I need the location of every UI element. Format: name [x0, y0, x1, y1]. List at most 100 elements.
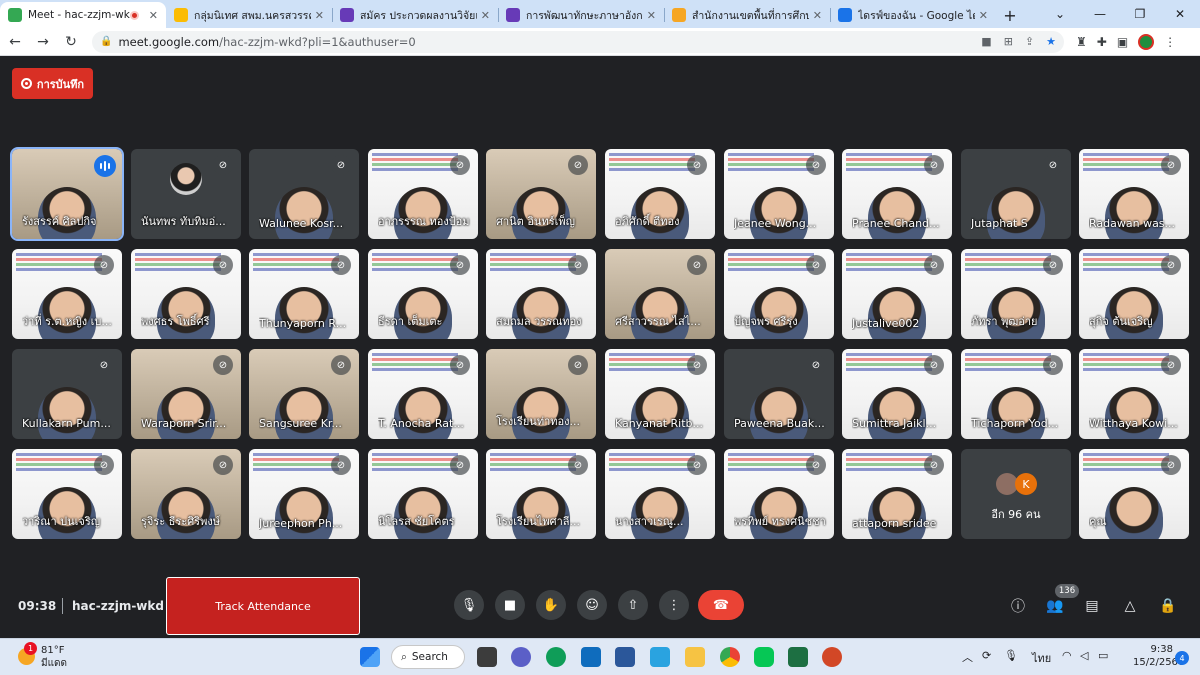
share-icon[interactable]: ⇪ — [1025, 35, 1034, 48]
participant-tile[interactable]: ⊘ Witthaya Kowi... — [1079, 349, 1189, 439]
browser-tab[interactable]: ไดรฟ์ของฉัน - Google ไดรฟ์ ✕ — [830, 2, 996, 28]
participant-tile[interactable]: ⊘ ศานิต อินทร์เพ็ญ — [486, 149, 596, 239]
activities-icon[interactable]: △ — [1120, 596, 1140, 616]
tab-close-icon[interactable]: ✕ — [315, 9, 324, 22]
forward-button[interactable]: → — [30, 29, 56, 55]
participant-tile[interactable]: ⊘ อาภรรรณ ทองป้อม — [368, 149, 478, 239]
participant-tile[interactable]: ⊘ ปัญจพร ศรีรุ่ง — [724, 249, 834, 339]
restore-button[interactable]: ❐ — [1120, 0, 1160, 28]
menu-dots-icon[interactable]: ⋮ — [1164, 35, 1176, 49]
people-icon[interactable]: 👥 — [1045, 596, 1065, 616]
participant-tile[interactable]: ⊘ attaporn sridee — [842, 449, 952, 539]
participant-tile[interactable]: ⊘ โรงเรียนไพศาลี... — [486, 449, 596, 539]
participant-tile[interactable]: ⊘ Waraporn Srir... — [131, 349, 241, 439]
extensions-puzzle-icon[interactable]: ✚ — [1097, 35, 1107, 49]
tab-search-icon[interactable]: ⌄ — [1040, 0, 1080, 28]
participant-tile[interactable]: ⊘ Jureephon Ph... — [249, 449, 359, 539]
tab-close-icon[interactable]: ✕ — [647, 9, 656, 22]
more-options-button[interactable]: ⋮ — [659, 590, 689, 620]
translate-icon[interactable]: ⊞ — [1004, 35, 1013, 48]
participant-tile[interactable]: ⊘ Justalive002 — [842, 249, 952, 339]
close-window-button[interactable]: ✕ — [1160, 0, 1200, 28]
tab-close-icon[interactable]: ✕ — [149, 9, 158, 22]
chat-app-icon[interactable] — [511, 647, 531, 667]
participant-tile[interactable]: ⊘ วาริณา ปนเจริญ — [12, 449, 122, 539]
host-controls-icon[interactable]: 🔒 — [1158, 596, 1178, 616]
participant-tile[interactable]: ⊘ Sangsuree Kr... — [249, 349, 359, 439]
start-icon[interactable] — [360, 647, 380, 667]
browser-tab[interactable]: กลุ่มนิเทศ สพม.นครสวรรค์ ✕ — [166, 2, 332, 28]
edge-icon[interactable] — [546, 647, 566, 667]
weather-widget[interactable]: 1 — [16, 642, 40, 668]
browser-tab[interactable]: สมัคร ประกวดผลงานวิจัยและนวัตกรรม ✕ — [332, 2, 498, 28]
participant-tile[interactable]: ⊘ ภัทรา พุฒอ่าย — [961, 249, 1071, 339]
leave-call-button[interactable]: ☎ — [698, 590, 744, 620]
chat-icon[interactable]: ▤ — [1082, 596, 1102, 616]
back-button[interactable]: ← — [2, 29, 28, 55]
powerpoint-icon[interactable] — [822, 647, 842, 667]
tab-close-icon[interactable]: ✕ — [979, 9, 988, 22]
participant-tile[interactable]: ⊘ อภิศักดิ์ ตีทอง — [605, 149, 715, 239]
address-bar[interactable]: 🔒 meet.google.com/hac-zzjm-wkd?pli=1&aut… — [92, 30, 1064, 53]
browser-tab[interactable]: Meet - hac-zzjm-wkd ✕ — [0, 2, 166, 28]
participant-tile[interactable]: ⊘ Jutaphat S — [961, 149, 1071, 239]
chrome-icon[interactable] — [720, 647, 740, 667]
profile-avatar[interactable] — [1138, 33, 1155, 50]
participant-tile[interactable]: ⊘ Thunyaporn R... — [249, 249, 359, 339]
reload-button[interactable]: ↻ — [58, 29, 84, 55]
participant-tile[interactable]: ⊘ T. Anocha Rat... — [368, 349, 478, 439]
input-language[interactable]: ไทย — [1032, 649, 1051, 667]
participant-tile[interactable]: ⊘ Walunee Kosr... — [249, 149, 359, 239]
participant-tile[interactable]: ⊘ รุจิระ ธีระศิริพงษ์ — [131, 449, 241, 539]
participant-tile[interactable]: ⊘ คุณ — [1079, 449, 1189, 539]
task-view-icon[interactable] — [477, 647, 497, 667]
mic-tray-icon[interactable]: 🎙 — [1004, 649, 1018, 662]
wifi-icon[interactable]: ◠ — [1062, 649, 1072, 662]
excel-icon[interactable] — [788, 647, 808, 667]
participant-tile[interactable]: ⊘ โรงเรียนท่าทอง... — [486, 349, 596, 439]
participant-tile[interactable]: ⊘ นางสาวเรณู... — [605, 449, 715, 539]
line-l-icon[interactable] — [650, 647, 670, 667]
system-clock[interactable]: 9:38 15/2/2566 — [1133, 643, 1184, 669]
participant-tile[interactable]: ⊘ พงศธร โพธิ์ศรี — [131, 249, 241, 339]
participant-tile[interactable]: ⊘ ศรีสาวรรณ ไสไ... — [605, 249, 715, 339]
participant-tile[interactable]: ⊘ นิโลรส ชัยโคตร — [368, 449, 478, 539]
tray-chevron-icon[interactable]: ︿ — [962, 649, 973, 665]
more-participants-tile[interactable]: K อีก 96 คน — [961, 449, 1071, 539]
recording-indicator-button[interactable]: การบันทึก — [12, 68, 93, 99]
raise-hand-button[interactable]: ✋ — [536, 590, 566, 620]
mail-icon[interactable] — [581, 647, 601, 667]
file-explorer-icon[interactable] — [685, 647, 705, 667]
tab-close-icon[interactable]: ✕ — [481, 9, 490, 22]
participant-tile[interactable]: ⊘ Kullakarn Pum... — [12, 349, 122, 439]
track-attendance-button[interactable]: Track Attendance — [166, 577, 360, 635]
volume-icon[interactable]: ◁ — [1080, 649, 1088, 662]
microphone-button[interactable]: 🎙 — [454, 590, 484, 620]
participant-tile[interactable]: ⊘ ว่าที่ ร.ต.หญิง เบ... — [12, 249, 122, 339]
participant-tile[interactable]: ⊘ Paweena Buak... — [724, 349, 834, 439]
taskbar-search[interactable]: ⌕ Search — [391, 645, 465, 669]
participant-tile[interactable]: ⊘ Tichaporn Yod... — [961, 349, 1071, 439]
participant-tile[interactable]: ⊘ นันทพร ทับทิมอ่... — [131, 149, 241, 239]
participant-tile[interactable]: ⊘ Pranee Chand... — [842, 149, 952, 239]
participant-tile[interactable]: ⊘ พรทิพย์ ทรงศนิชชา — [724, 449, 834, 539]
participant-tile[interactable]: ⊘ สมถมล วรรณทอง — [486, 249, 596, 339]
line-icon[interactable] — [754, 647, 774, 667]
tab-close-icon[interactable]: ✕ — [813, 9, 822, 22]
word-icon[interactable] — [615, 647, 635, 667]
participant-tile[interactable]: รังสรรค์ ศิลปกิจ — [10, 147, 124, 241]
extension-icon[interactable]: ♜ — [1076, 35, 1087, 49]
new-tab-button[interactable]: + — [996, 2, 1024, 28]
participant-tile[interactable]: ⊘ ธีรดา เต็มเตะ — [368, 249, 478, 339]
browser-tab[interactable]: สำนักงานเขตพื้นที่การศึกษามัธยม ✕ — [664, 2, 830, 28]
camera-button[interactable]: ■ — [495, 590, 525, 620]
participant-tile[interactable]: ⊘ Kanyanat Ritb... — [605, 349, 715, 439]
meeting-info-icon[interactable]: ⓘ — [1008, 596, 1028, 616]
participant-tile[interactable]: ⊘ Jeanee Wong... — [724, 149, 834, 239]
participant-tile[interactable]: ⊘ Sumittra Jaikl... — [842, 349, 952, 439]
browser-tab[interactable]: การพัฒนาทักษะภาษาอังกฤษ Eng ✕ — [498, 2, 664, 28]
side-panel-icon[interactable]: ▣ — [1117, 35, 1128, 49]
camera-icon[interactable]: ■ — [981, 35, 991, 48]
battery-icon[interactable]: ▭ — [1098, 649, 1108, 662]
present-button[interactable]: ⇧ — [618, 590, 648, 620]
